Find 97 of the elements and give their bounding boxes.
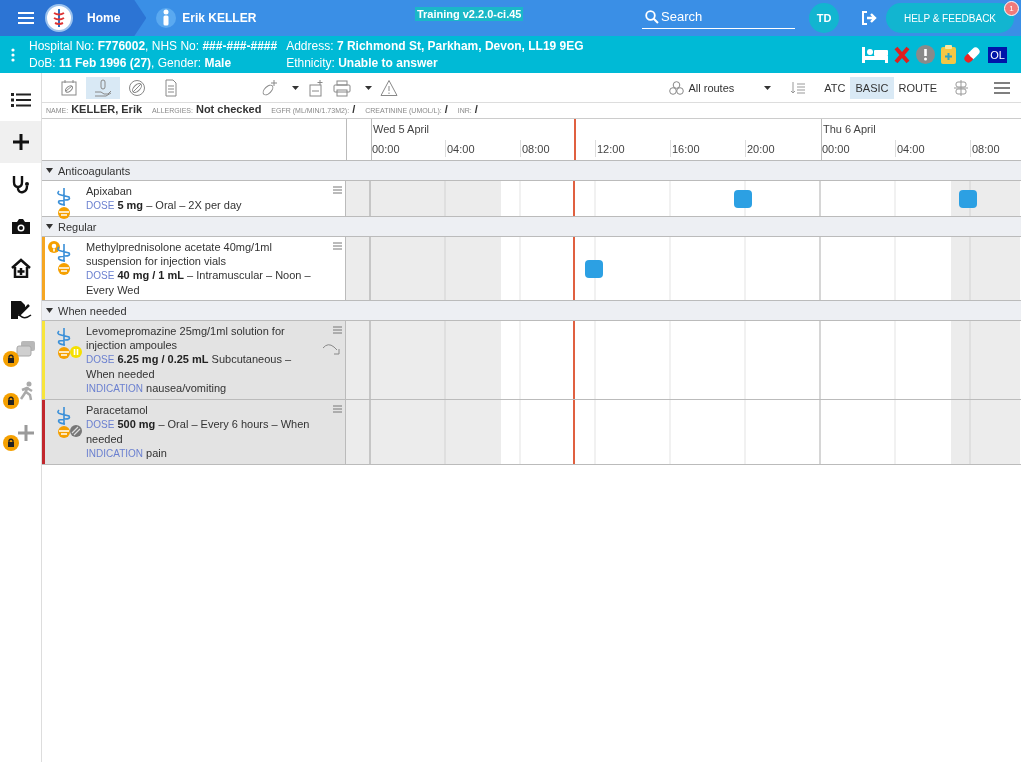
medication-name: Paracetamol	[86, 403, 149, 417]
camera-icon	[10, 217, 31, 235]
notification-badge: 1	[1004, 1, 1019, 16]
hour-label: 08:00	[520, 140, 550, 157]
lock-icon	[3, 351, 19, 367]
row-menu-icon[interactable]	[333, 186, 342, 194]
exclamation-icon[interactable]	[916, 45, 936, 64]
plus-icon	[16, 424, 35, 442]
scheduled-dose-marker[interactable]	[959, 189, 978, 208]
dose-text: DOSE 40 mg / 1 mL – Intramuscular – Noon – Every Wed	[86, 268, 312, 297]
caret-icon	[764, 86, 772, 90]
routes-icon	[669, 81, 685, 95]
caret-icon	[46, 168, 53, 173]
logo-icon	[45, 4, 73, 32]
medication-cell[interactable]: Levomepromazine 25mg/1ml solution for injection ampoules DOSE 6.25 mg / 0.25 mL Subcutaneous – When needed INDICATION nausea/vomiting	[42, 321, 346, 399]
hour-label: 00:00	[371, 142, 400, 157]
medication-cell[interactable]: Methylprednisolone acetate 40mg/1ml suspension for injection vials DOSE 40 mg / 1 mL – Intramuscular – Noon – Every Wed	[42, 237, 346, 300]
group-header[interactable]: Anticoagulants	[42, 161, 131, 180]
pill-icon	[128, 79, 146, 97]
calendar-icon	[60, 79, 78, 97]
field-value: KELLER, Erik	[71, 103, 143, 115]
print-tool-button[interactable]	[333, 77, 372, 99]
version-label: Training v2.2.0-ci.45	[414, 7, 524, 21]
medication-name: Apixaban	[86, 184, 133, 198]
hour-label: 00:00	[821, 142, 850, 157]
sidebar-item[interactable]	[0, 121, 41, 163]
field-value: /	[444, 103, 448, 115]
list-icon	[10, 92, 31, 108]
signed-document-icon	[9, 300, 32, 320]
current-time-line	[573, 181, 576, 216]
group-header[interactable]: When needed	[42, 301, 127, 320]
home-link[interactable]: Home	[87, 11, 121, 25]
logout-icon[interactable]	[861, 11, 879, 25]
hour-label: 20:00	[745, 140, 775, 157]
current-time-line	[573, 237, 576, 300]
expand-icon[interactable]	[954, 80, 968, 96]
menu-icon[interactable]	[18, 11, 34, 25]
view-tab[interactable]: BASIC	[850, 77, 894, 99]
sort-icon[interactable]	[791, 82, 806, 94]
scheduled-dose-marker[interactable]	[734, 189, 752, 208]
messages-icon	[15, 340, 36, 358]
hand-icon	[94, 79, 112, 97]
plus-icon	[11, 133, 30, 151]
hour-label: 08:00	[970, 140, 1000, 157]
search-icon	[645, 10, 659, 24]
view-tab[interactable]: ATC	[819, 77, 851, 99]
field-value: /	[474, 103, 478, 115]
cross-icon[interactable]	[894, 45, 911, 64]
hour-label: 16:00	[670, 140, 700, 157]
row-menu-icon[interactable]	[333, 326, 342, 334]
clipboard-icon[interactable]	[941, 45, 957, 64]
scheduled-dose-marker[interactable]	[585, 259, 604, 278]
hour-label: 04:00	[895, 140, 925, 157]
add-ref-icon	[307, 79, 325, 97]
routes-dropdown[interactable]: All routes	[688, 82, 772, 94]
curved-arrow-icon[interactable]	[322, 342, 342, 356]
indication-text: INDICATION pain	[86, 446, 168, 461]
lock-icon	[3, 393, 19, 409]
row-menu-icon[interactable]	[333, 405, 342, 413]
medication-name: Levomepromazine 25mg/1ml solution for injection ampoules	[86, 324, 286, 352]
more-icon[interactable]	[11, 47, 15, 62]
dose-text: DOSE 5 mg – Oral – 2X per day	[86, 198, 243, 213]
stethoscope-icon	[10, 174, 31, 194]
patient-detail: Ethnicity: Unable to answer	[286, 56, 439, 70]
hand-tool-button[interactable]	[86, 77, 120, 99]
medication-name: Methylprednisolone acetate 40mg/1ml suspension for injection vials	[86, 240, 273, 268]
patient-detail: DoB: 11 Feb 1996 (27), Gender: Male	[29, 56, 233, 70]
document-icon	[162, 79, 180, 97]
patient-detail: Hospital No: F776002, NHS No: ###-###-####	[29, 39, 278, 53]
row-menu-icon[interactable]	[333, 242, 342, 250]
field-value: /	[352, 103, 356, 115]
caret-icon	[292, 86, 299, 90]
shaded-period	[951, 400, 1020, 464]
hour-label: 04:00	[445, 140, 475, 157]
add-pill-icon	[260, 79, 278, 97]
warning-icon	[380, 79, 398, 97]
field-value: Not checked	[195, 103, 262, 115]
menu-icon[interactable]	[994, 82, 1010, 94]
alert-tag[interactable]: OL	[988, 46, 1007, 63]
house-plus-icon	[9, 258, 32, 278]
indication-text: INDICATION nausea/vomiting	[86, 381, 228, 396]
bed-icon[interactable]	[862, 46, 889, 63]
print-icon	[333, 79, 351, 97]
medication-cell[interactable]: Paracetamol DOSE 500 mg – Oral – Every 6 hours – When needed INDICATION pain	[42, 400, 346, 464]
patient-detail: Address: 7 Richmond St, Parkham, Devon, LL19 9EG	[286, 39, 584, 53]
group-header[interactable]: Regular	[42, 217, 97, 236]
caret-icon	[46, 308, 53, 313]
lock-icon	[3, 435, 19, 451]
caret-icon	[46, 224, 53, 229]
hour-label: 12:00	[595, 140, 625, 157]
search-field[interactable]: Search	[642, 9, 795, 29]
day-label: Thu 6 April	[823, 123, 876, 135]
day-label: Wed 5 April	[373, 123, 430, 135]
pill-icon[interactable]	[962, 44, 983, 65]
caret-icon	[365, 86, 372, 90]
shaded-period	[951, 237, 1020, 300]
view-tab[interactable]: ROUTE	[893, 77, 942, 99]
